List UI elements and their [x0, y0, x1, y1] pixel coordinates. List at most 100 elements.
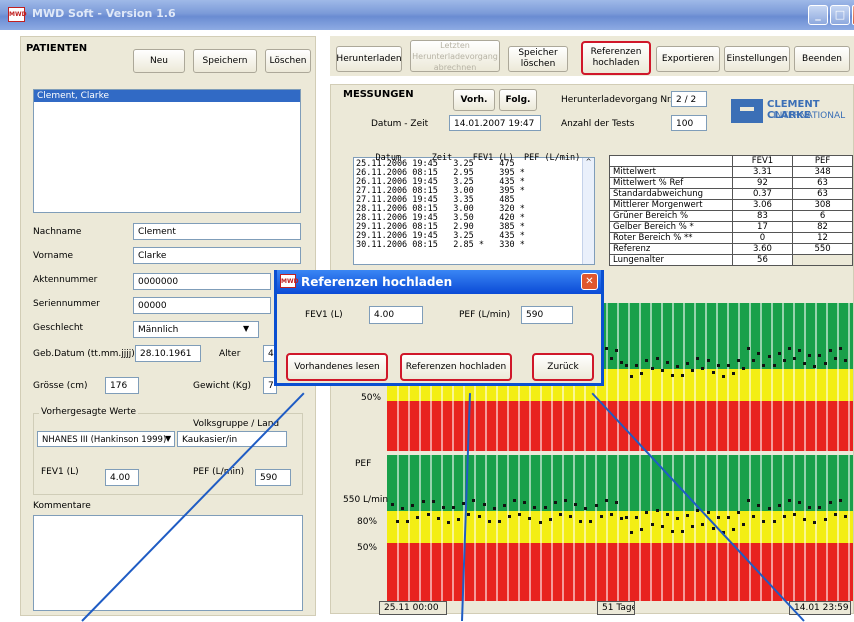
- height-field[interactable]: 176: [105, 377, 139, 394]
- next-button[interactable]: Folg.: [499, 89, 537, 111]
- chart-point: [518, 513, 522, 517]
- save-button[interactable]: Speichern: [193, 49, 257, 73]
- ethnic-label: Volksgruppe / Land: [193, 419, 280, 429]
- chart-point: [645, 359, 649, 363]
- stats-cell: 82: [792, 221, 853, 233]
- chart-stripe: [474, 455, 476, 601]
- chart-point: [396, 519, 400, 523]
- last-download-button[interactable]: Letzten Herunterladevorgang abrechnen: [410, 40, 500, 72]
- chart-point: [777, 503, 781, 507]
- serial-number-field[interactable]: 00000: [133, 297, 271, 314]
- patients-panel: PATIENTEN Neu Speichern Löschen Clement,…: [20, 36, 316, 616]
- chart-point: [787, 499, 791, 503]
- new-button[interactable]: Neu: [133, 49, 185, 73]
- chart-point: [604, 499, 608, 503]
- dialog-title: Referenzen hochladen: [301, 275, 453, 289]
- col-time: Zeit: [431, 153, 453, 163]
- chart-stripe: [551, 455, 553, 601]
- last-name-field[interactable]: Clement: [133, 223, 301, 240]
- patient-list-item[interactable]: Clement, Clarke: [34, 90, 300, 102]
- pef-chart: [387, 455, 853, 601]
- tests-count-label: Anzahl der Tests: [561, 119, 635, 129]
- toolbar: Herunterladen Letzten Herunterladevorgan…: [330, 36, 854, 76]
- scrollbar[interactable]: ^: [582, 158, 594, 264]
- back-button[interactable]: Zurück: [532, 353, 594, 381]
- chart-point: [752, 514, 756, 518]
- chart-point: [818, 354, 822, 358]
- stats-cell: 56: [731, 254, 794, 266]
- chart-point: [681, 374, 685, 378]
- span-label: 51 Tage: [597, 601, 635, 615]
- chart-point: [757, 351, 761, 355]
- stats-cell: Standardabweichung: [609, 188, 733, 200]
- chart-point: [569, 514, 573, 518]
- chart-point: [823, 361, 827, 365]
- chart-point: [691, 525, 695, 529]
- chevron-down-icon[interactable]: ▼: [243, 324, 249, 333]
- chart-point: [803, 517, 807, 521]
- chart-point: [635, 516, 639, 520]
- chart-point: [737, 359, 741, 363]
- stats-cell: Gelber Bereich % *: [609, 221, 733, 233]
- chart-point: [670, 529, 674, 533]
- stats-header-cell: PEF: [792, 155, 853, 167]
- chart-point: [599, 515, 603, 519]
- chart-point: [808, 354, 812, 357]
- chart-point: [706, 510, 710, 514]
- chart-point: [767, 354, 771, 358]
- chart-stripe: [705, 303, 707, 451]
- stats-cell: 3.31: [731, 166, 794, 178]
- measurement-list[interactable]: 25.11.2006 19:45 3.25 475 26.11.2006 08:1…: [353, 157, 595, 265]
- download-button[interactable]: Herunterladen: [336, 46, 402, 72]
- dob-field[interactable]: 28.10.1961: [135, 345, 201, 362]
- patient-list[interactable]: Clement, Clarke: [33, 89, 301, 213]
- maximize-button[interactable]: □: [830, 5, 850, 25]
- chevron-down-icon[interactable]: ▼: [165, 434, 171, 443]
- chart-point: [564, 499, 568, 503]
- chart-point: [416, 515, 420, 519]
- chart-point: [589, 520, 593, 524]
- chart-point: [579, 519, 583, 523]
- quit-button[interactable]: Beenden: [794, 46, 850, 72]
- dialog-fev1-field[interactable]: 4.00: [369, 306, 423, 324]
- chart-stripe: [419, 455, 421, 601]
- upload-references-button[interactable]: Referenzen hochladen: [581, 41, 651, 75]
- read-existing-button[interactable]: Vorhandenes lesen: [286, 353, 388, 381]
- chart-stripe: [584, 455, 586, 601]
- first-name-field[interactable]: Clarke: [133, 247, 301, 264]
- chart-point: [803, 361, 807, 365]
- pef-field[interactable]: 590: [255, 469, 291, 486]
- dialog-upload-button[interactable]: Referenzen hochladen: [400, 353, 512, 381]
- chart-point: [635, 364, 639, 368]
- previous-button[interactable]: Vorh.: [453, 89, 495, 111]
- chart-stripe: [617, 303, 619, 451]
- weight-label: Gewicht (Kg): [193, 381, 252, 391]
- minimize-button[interactable]: _: [808, 5, 828, 25]
- chart-stripe: [507, 455, 509, 601]
- dialog-close-icon[interactable]: ✕: [581, 273, 598, 290]
- file-number-field[interactable]: 0000000: [133, 273, 271, 290]
- fev1-field[interactable]: 4.00: [105, 469, 139, 486]
- chart-stripe: [639, 303, 641, 451]
- clear-memory-button[interactable]: Speicher löschen: [508, 46, 568, 72]
- chart-stripe: [540, 455, 542, 601]
- dialog-pef-field[interactable]: 590: [521, 306, 573, 324]
- delete-button[interactable]: Löschen: [265, 49, 311, 73]
- chart-stripe: [595, 455, 597, 601]
- chart-stripe: [661, 303, 663, 451]
- chart-stripe: [661, 455, 663, 601]
- chart-stripe: [518, 455, 520, 601]
- ethnic-field[interactable]: Kaukasier/in: [177, 431, 287, 447]
- chart-point: [553, 501, 557, 505]
- gender-label: Geschlecht: [33, 323, 84, 333]
- dialog-fev1-label: FEV1 (L): [305, 310, 343, 320]
- settings-button[interactable]: Einstellungen: [724, 46, 790, 72]
- export-button[interactable]: Exportieren: [656, 46, 720, 72]
- chart-point: [701, 523, 705, 527]
- predicted-select[interactable]: NHANES III (Hankinson 1999): [37, 431, 175, 447]
- chart-point: [752, 358, 756, 362]
- chart-point: [787, 347, 791, 351]
- gender-select[interactable]: Männlich: [133, 321, 259, 338]
- measurement-row[interactable]: 30.11.2006 08:15 2.85 * 330 *: [356, 241, 525, 250]
- patients-header: PATIENTEN: [26, 43, 88, 54]
